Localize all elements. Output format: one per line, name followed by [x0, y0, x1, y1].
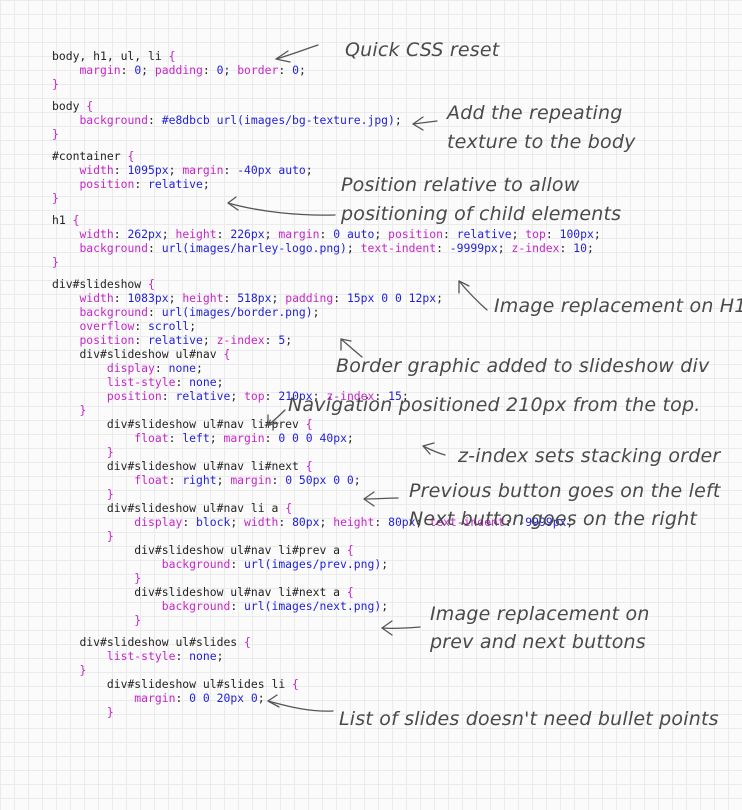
arrow-icon-z-index — [422, 442, 446, 456]
arrow-icon-slides — [267, 694, 334, 712]
arrow-icon-buttons — [381, 620, 421, 636]
arrow-icon-texture — [412, 116, 438, 131]
arrow-icon-border — [340, 338, 363, 358]
arrow-icon-css-reset — [275, 44, 319, 63]
arrow-icon-image-h1 — [458, 280, 488, 311]
arrow-icon-prev-next — [363, 491, 399, 507]
arrow-icon-navigation — [267, 409, 286, 426]
arrow-icon-position — [227, 196, 336, 216]
annotation-arrows — [227, 44, 488, 712]
